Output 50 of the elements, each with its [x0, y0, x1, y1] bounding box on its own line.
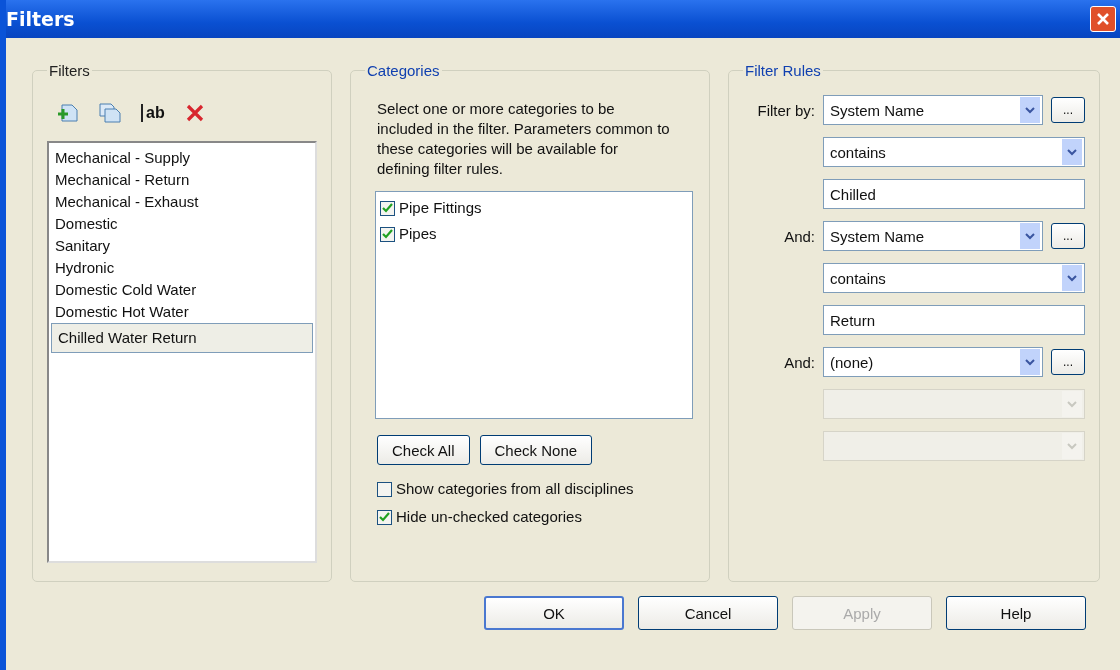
checkbox-label: Hide un-checked categories: [396, 507, 582, 527]
dropdown[interactable]: System Name: [823, 221, 1043, 251]
window-title: Filters: [6, 8, 75, 30]
ellipsis-button[interactable]: ...: [1051, 223, 1085, 249]
filter-list-item[interactable]: Domestic Cold Water: [51, 279, 201, 301]
filter-list-item[interactable]: Hydronic: [51, 257, 119, 279]
description-text: Select one or more categories to be included in the filter. Parameters common to these categories will be available for defining filter rules.: [377, 99, 671, 179]
dropdown[interactable]: (none): [823, 347, 1043, 377]
filter-list-item[interactable]: Mechanical - Return: [51, 169, 194, 191]
rule-label: And:: [784, 353, 815, 371]
ellipsis-button[interactable]: ...: [1051, 349, 1085, 375]
close-icon: [1096, 12, 1110, 26]
group-legend: Filters: [47, 62, 92, 79]
group-legend: Filter Rules: [743, 62, 823, 79]
checkbox-label: Pipes: [399, 224, 437, 244]
push-button[interactable]: OK: [484, 596, 624, 630]
ellipsis-button[interactable]: ...: [1051, 97, 1085, 123]
group-legend: Categories: [365, 62, 442, 79]
filter-list-item[interactable]: Domestic Hot Water: [51, 301, 193, 323]
checkbox[interactable]: [380, 226, 395, 242]
dropdown[interactable]: contains: [823, 137, 1085, 167]
text-field[interactable]: Return: [823, 305, 1085, 335]
checkbox[interactable]: [377, 481, 392, 497]
filter-list-item[interactable]: Domestic: [51, 213, 122, 235]
chevron-down-icon[interactable]: [1062, 265, 1082, 291]
filter-list-item[interactable]: Sanitary: [51, 235, 115, 257]
chevron-down-icon[interactable]: [1020, 349, 1040, 375]
push-button[interactable]: Check All: [377, 435, 470, 465]
filter-list-item[interactable]: Mechanical - Supply: [51, 147, 195, 169]
checkbox-label: Pipe Fittings: [399, 198, 482, 218]
chevron-down-icon[interactable]: [1062, 139, 1082, 165]
checkbox-label: Show categories from all disciplines: [396, 479, 634, 499]
push-button[interactable]: Check None: [479, 435, 593, 465]
checkbox[interactable]: [380, 200, 395, 216]
checkbox[interactable]: [377, 509, 392, 525]
new-icon[interactable]: [57, 103, 79, 123]
push-button[interactable]: Help: [946, 596, 1086, 630]
filter-list-item[interactable]: Mechanical - Exhaust: [51, 191, 203, 213]
dropdown[interactable]: System Name: [823, 95, 1043, 125]
filter-list-item[interactable]: Chilled Water Return: [51, 323, 313, 353]
duplicate-icon[interactable]: [99, 103, 121, 123]
text-field[interactable]: Chilled: [823, 179, 1085, 209]
push-button[interactable]: Cancel: [638, 596, 778, 630]
dropdown[interactable]: contains: [823, 263, 1085, 293]
chevron-down-icon[interactable]: [1020, 97, 1040, 123]
chevron-down-icon[interactable]: [1020, 223, 1040, 249]
rule-label: And:: [784, 227, 815, 245]
rule-label: Filter by:: [757, 101, 815, 119]
delete-icon[interactable]: [184, 103, 205, 123]
close-button[interactable]: [1090, 6, 1116, 32]
